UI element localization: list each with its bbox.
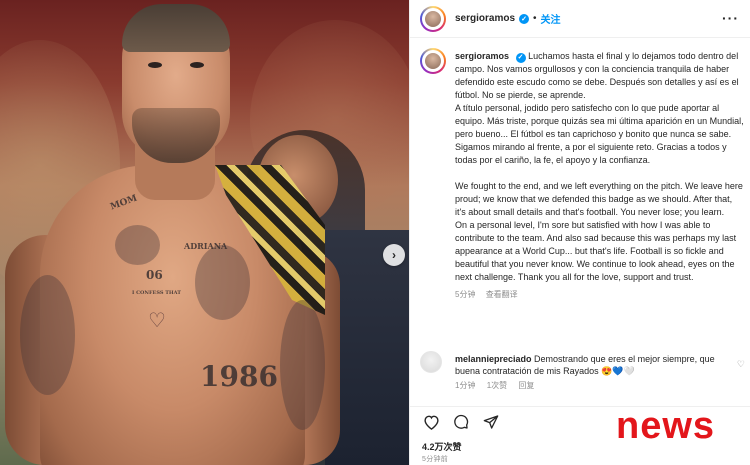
player-hair xyxy=(122,4,230,52)
avatar[interactable] xyxy=(420,5,446,32)
share-send-icon[interactable] xyxy=(482,413,500,431)
translate-link[interactable]: 查看翻译 xyxy=(486,290,518,299)
player-eye xyxy=(148,62,162,68)
player-eye xyxy=(190,62,204,68)
separator-dot: • xyxy=(533,13,537,24)
comment-emojis: 😍💙🤍 xyxy=(601,366,635,376)
caption-time: 5分钟 xyxy=(455,290,476,299)
tattoo-chest xyxy=(195,245,250,320)
post-header: sergioramos ✓ • 关注 ··· xyxy=(410,0,750,38)
caption-es-paragraph-2: A título personal, jodido pero satisfech… xyxy=(455,103,744,165)
tattoo-phrase: I CONFESS THAT xyxy=(132,290,181,296)
post-photo[interactable]: MOM ADRIANA 06 I CONFESS THAT 1986 ♡ › xyxy=(0,0,409,465)
comment-username[interactable]: melanniepreciado xyxy=(455,354,532,364)
caption-area[interactable]: sergioramos ✓ Luchamos hasta el final y … xyxy=(410,38,750,406)
tattoo-sleeve xyxy=(280,300,325,430)
post-timestamp: 5分钟前 xyxy=(422,456,449,463)
tattoo-sleeve xyxy=(20,275,75,395)
tattoo-number: 06 xyxy=(146,268,163,282)
next-photo-button[interactable]: › xyxy=(383,244,405,266)
tattoo-year: 1986 xyxy=(200,360,278,393)
comment-bubble-icon[interactable] xyxy=(452,413,470,431)
comment-heart-icon[interactable]: ♡ xyxy=(737,359,745,370)
likes-count[interactable]: 4.2万次赞 xyxy=(422,440,462,453)
comment-meta: 1分钟 1次赞 回复 xyxy=(455,380,735,392)
comment-time: 1分钟 xyxy=(455,381,476,390)
more-options-icon[interactable]: ··· xyxy=(722,10,739,26)
comment-reply-button[interactable]: 回复 xyxy=(518,381,534,390)
tattoo-chest xyxy=(115,225,160,265)
like-heart-icon[interactable] xyxy=(422,413,440,431)
news-watermark: news xyxy=(616,405,716,447)
verified-icon: ✓ xyxy=(515,52,526,63)
comment-likes[interactable]: 1次赞 xyxy=(487,381,507,390)
comment-body: melanniepreciado Demostrando que eres el… xyxy=(455,353,735,392)
post-panel: sergioramos ✓ • 关注 ··· sergioramos ✓ Luc… xyxy=(409,0,750,465)
caption-meta: 5分钟 查看翻译 xyxy=(455,288,745,301)
caption: sergioramos ✓ Luchamos hasta el final y … xyxy=(455,50,745,301)
verified-icon: ✓ xyxy=(519,13,530,24)
comment-avatar[interactable] xyxy=(420,351,442,373)
chevron-right-icon: › xyxy=(392,248,396,262)
follow-button[interactable]: 关注 xyxy=(541,11,561,26)
avatar[interactable] xyxy=(420,48,446,74)
caption-username[interactable]: sergioramos xyxy=(455,51,509,61)
username[interactable]: sergioramos xyxy=(455,13,515,24)
caption-en-paragraph-1: We fought to the end, and we left everyt… xyxy=(455,181,743,217)
caption-en-paragraph-2: On a personal level, I'm sore but satisf… xyxy=(455,220,737,282)
tattoo-heart: ♡ xyxy=(148,308,166,332)
tattoo-adriana: ADRIANA xyxy=(184,241,228,251)
